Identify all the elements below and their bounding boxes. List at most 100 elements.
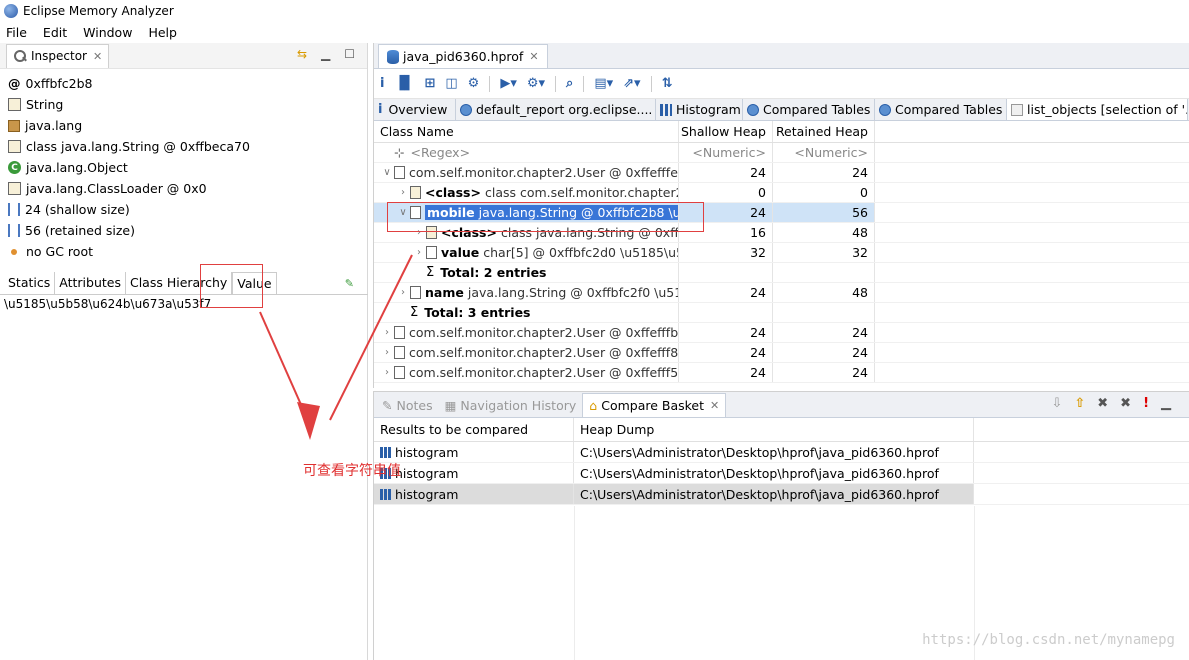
inspector-row-shallow[interactable]: 24 (shallow size) xyxy=(8,199,367,220)
class-name-cell: Σ Total: 3 entries xyxy=(374,303,679,322)
inspector-row-package[interactable]: java.lang xyxy=(8,115,367,136)
tab-default-report[interactable]: default_report org.eclipse.... xyxy=(456,99,656,120)
remove-icon[interactable]: ✖ xyxy=(1097,396,1108,411)
table-row[interactable]: Σ Total: 3 entries xyxy=(374,303,1189,323)
minimize-icon[interactable]: ▁ xyxy=(321,47,330,61)
gc-root-icon xyxy=(11,248,17,255)
regex-filter[interactable]: ⊹ <Regex> xyxy=(374,143,679,162)
editor-tab-hprof[interactable]: java_pid6360.hprof ✕ xyxy=(378,44,548,68)
run-report-icon[interactable]: ▶▾ xyxy=(500,76,517,91)
table-row[interactable]: › com.self.monitor.chapter2.User @ 0xffef… xyxy=(374,323,1189,343)
menu-window[interactable]: Window xyxy=(83,25,132,40)
tab-compare-basket[interactable]: ⌂ Compare Basket ✕ xyxy=(582,393,727,417)
menu-edit[interactable]: Edit xyxy=(43,25,67,40)
basket-row[interactable]: histogram C:\Users\Administrator\Desktop\… xyxy=(374,442,1189,463)
table-row[interactable]: › value char[5] @ 0xffbfc2d0 \u5185\u5b 32 3… xyxy=(374,243,1189,263)
object-tree-table: Class Name Shallow Heap Retained Heap ⊹ … xyxy=(374,121,1189,383)
report-icon xyxy=(460,103,472,116)
basket-row[interactable]: histogram C:\Users\Administrator\Desktop\… xyxy=(374,463,1189,484)
row-label: name java.lang.String @ 0xffbfc2f0 \u5185 xyxy=(425,285,678,300)
thread-overview-icon[interactable]: ⚙ xyxy=(468,76,480,91)
table-row[interactable]: › <class> class com.self.monitor.chapter2.… xyxy=(374,183,1189,203)
retained-heap-cell: 24 xyxy=(773,363,875,382)
string-value: \u5185\u5b58\u624b\u673a\u53f7 xyxy=(4,297,212,311)
inspector-row-retained[interactable]: 56 (retained size) xyxy=(8,220,367,241)
search-icon[interactable]: ⌕ xyxy=(566,76,573,91)
move-up-icon[interactable]: ⇧ xyxy=(1074,396,1085,411)
result-cell: histogram xyxy=(374,463,574,483)
inspector-row-class[interactable]: class java.lang.String @ 0xffbeca70 xyxy=(8,136,367,157)
shallow-heap-cell: 24 xyxy=(679,363,773,382)
result-cell: histogram xyxy=(374,442,574,462)
tab-compared-tables-2[interactable]: Compared Tables xyxy=(875,99,1007,120)
tab-navigation-history[interactable]: ▦ Navigation History xyxy=(439,393,583,417)
histogram-icon[interactable]: ▐▌ xyxy=(394,76,414,91)
row-label: com.self.monitor.chapter2.User @ 0xffeff… xyxy=(409,165,679,180)
tab-statics[interactable]: Statics xyxy=(4,272,56,294)
inspector-row-classloader[interactable]: java.lang.ClassLoader @ 0x0 xyxy=(8,178,367,199)
compare-icon[interactable]: ⇅ xyxy=(662,76,673,91)
object-label: char[5] @ 0xffbfc2d0 \u5185\u5b xyxy=(483,245,679,260)
dominator-tree-icon[interactable]: ⊞ xyxy=(424,76,435,91)
inspector-tools: ⇆ ▁ ☐ xyxy=(297,47,355,61)
row-label: com.self.monitor.chapter2.User @ 0xffeff… xyxy=(409,325,678,340)
inspector-row-superclass[interactable]: C java.lang.Object xyxy=(8,157,367,178)
classloader: java.lang.ClassLoader @ 0x0 xyxy=(26,181,207,196)
expand-icon[interactable]: › xyxy=(380,367,394,378)
tab-compared-tables-1[interactable]: Compared Tables xyxy=(743,99,875,120)
shallow-size-icon xyxy=(8,203,20,216)
tab-notes[interactable]: ✎ Notes xyxy=(376,393,439,417)
table-row[interactable]: › com.self.monitor.chapter2.User @ 0xffef… xyxy=(374,343,1189,363)
basket-tools: ⇩ ⇧ ✖ ✖ ! ▁ xyxy=(1051,396,1171,411)
expand-icon[interactable]: › xyxy=(396,187,410,198)
export-icon[interactable]: ⇗▾ xyxy=(623,76,640,91)
table-row[interactable]: ∨ com.self.monitor.chapter2.User @ 0xffef… xyxy=(374,163,1189,183)
tab-histogram[interactable]: Histogram xyxy=(656,99,743,120)
shallow-filter[interactable]: <Numeric> xyxy=(679,143,773,162)
maximize-icon[interactable]: ☐ xyxy=(344,47,355,61)
close-icon[interactable]: ✕ xyxy=(710,399,719,412)
tab-list-objects[interactable]: list_objects [selection of '... xyxy=(1007,99,1188,120)
menu-file[interactable]: File xyxy=(6,25,27,40)
table-row[interactable]: › com.self.monitor.chapter2.User @ 0xffef… xyxy=(374,363,1189,383)
tab-overview[interactable]: i Overview xyxy=(374,99,456,120)
editor-toolbar: i ▐▌ ⊞ ◫ ⚙ ▶▾ ⚙▾ ⌕ ▤▾ ⇗▾ ⇅ xyxy=(374,69,1189,99)
column-heap-dump[interactable]: Heap Dump xyxy=(574,418,974,441)
compare-run-icon[interactable]: ! xyxy=(1143,396,1149,411)
view-menu-icon[interactable]: ▁ xyxy=(1161,396,1171,411)
oql-icon[interactable]: ◫ xyxy=(445,76,457,91)
column-class-name[interactable]: Class Name xyxy=(374,121,679,142)
pin-icon[interactable]: ✎ xyxy=(345,277,354,290)
object-label: com.self.monitor.chapter2.User @ 0xffeff… xyxy=(409,165,679,180)
query-browser-icon[interactable]: ⚙▾ xyxy=(527,76,545,91)
inspector-tab[interactable]: Inspector ✕ xyxy=(6,43,110,68)
table-row[interactable]: Σ Total: 2 entries xyxy=(374,263,1189,283)
expand-icon[interactable]: › xyxy=(380,347,394,358)
close-icon[interactable]: ✕ xyxy=(529,50,538,63)
basket-row[interactable]: histogram C:\Users\Administrator\Desktop\… xyxy=(374,484,1189,505)
collapse-icon[interactable]: ∨ xyxy=(380,167,394,178)
group-by-icon[interactable]: ▤▾ xyxy=(594,76,613,91)
expand-icon[interactable]: › xyxy=(412,247,426,258)
inspector-row-class-name[interactable]: String xyxy=(8,94,367,115)
expand-icon[interactable]: › xyxy=(380,327,394,338)
retained-filter[interactable]: <Numeric> xyxy=(773,143,875,162)
tab-attributes[interactable]: Attributes xyxy=(55,272,126,294)
column-shallow-heap[interactable]: Shallow Heap xyxy=(679,121,773,142)
column-retained-heap[interactable]: Retained Heap xyxy=(773,121,875,142)
column-results[interactable]: Results to be compared xyxy=(374,418,574,441)
tab-label: Compared Tables xyxy=(763,102,871,117)
expand-icon[interactable]: › xyxy=(396,287,410,298)
table-row[interactable]: › name java.lang.String @ 0xffbfc2f0 \u518… xyxy=(374,283,1189,303)
move-down-icon[interactable]: ⇩ xyxy=(1051,396,1062,411)
class-name-cell: Σ Total: 2 entries xyxy=(374,263,679,282)
sync-icon[interactable]: ⇆ xyxy=(297,47,307,61)
inspector-row-address[interactable]: @ 0xffbfc2b8 xyxy=(8,73,367,94)
close-icon[interactable]: ✕ xyxy=(93,50,102,63)
remove-all-icon[interactable]: ✖ xyxy=(1120,396,1131,411)
info-icon[interactable]: i xyxy=(380,76,384,91)
inspector-row-gc-root[interactable]: no GC root xyxy=(8,241,367,262)
menu-help[interactable]: Help xyxy=(148,25,177,40)
field-name: <class> xyxy=(425,185,481,200)
heap-dump-path: C:\Users\Administrator\Desktop\hprof\jav… xyxy=(574,484,974,504)
